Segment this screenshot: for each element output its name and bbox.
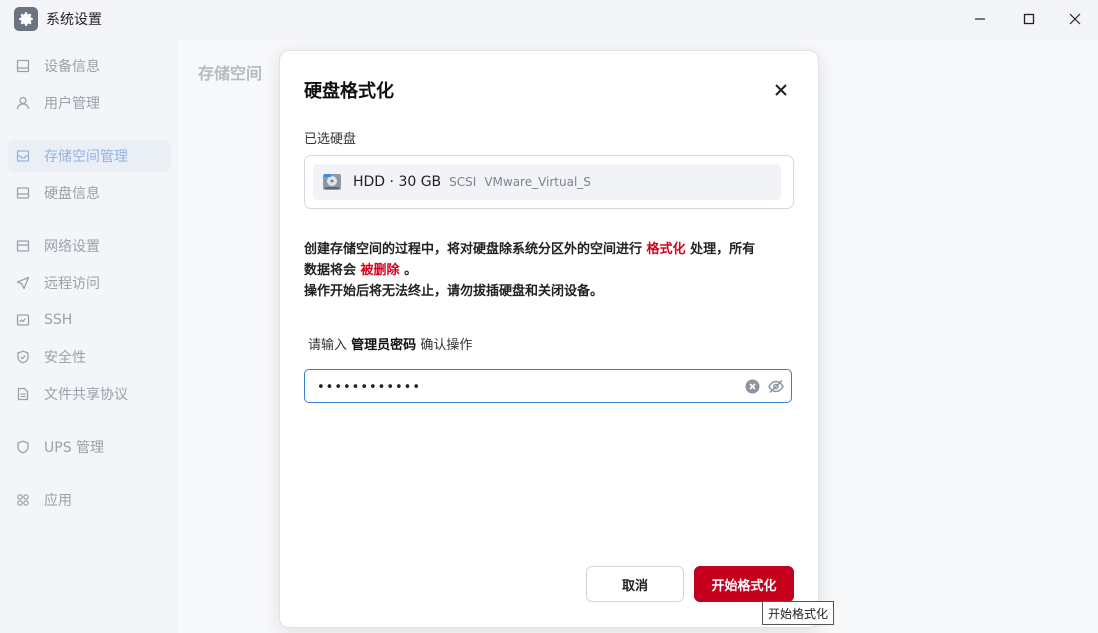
sidebar-item-label: 远程访问: [44, 276, 100, 292]
warning-text: 创建存储空间的过程中，将对硬盘除系统分区外的空间进行: [304, 242, 643, 257]
warning-text: 处理，所有: [690, 242, 756, 257]
selected-disk-box: HDD · 30 GB SCSI VMware_Virtual_S: [304, 155, 794, 209]
sidebar-item-label: SSH: [44, 312, 73, 328]
start-format-button[interactable]: 开始格式化: [694, 566, 794, 602]
sidebar-item-label: 用户管理: [44, 96, 100, 112]
start-format-tooltip: 开始格式化: [762, 601, 835, 625]
password-prompt: 请输入 管理员密码 确认操作: [308, 334, 472, 353]
warning-text: 数据将会: [304, 263, 357, 278]
prompt-bold-text: 管理员密码: [351, 338, 417, 353]
format-warning-text: 创建存储空间的过程中，将对硬盘除系统分区外的空间进行 格式化 处理，所有 数据将…: [304, 239, 800, 302]
send-icon: [15, 275, 31, 291]
sidebar-item-user-management[interactable]: 用户管理: [8, 87, 170, 119]
sidebar-item-network[interactable]: 网络设置: [8, 230, 170, 262]
title-bar: 系统设置: [0, 0, 1098, 38]
hide-password-icon[interactable]: [768, 379, 784, 394]
sidebar-item-ups[interactable]: UPS 管理: [8, 431, 170, 463]
sidebar-item-label: 存储空间管理: [44, 149, 128, 165]
close-icon[interactable]: [770, 79, 792, 101]
close-window-button[interactable]: [1061, 6, 1089, 32]
warning-highlight-format: 格式化: [646, 242, 686, 257]
password-field: [304, 369, 792, 403]
window-title: 系统设置: [46, 12, 102, 28]
sidebar-item-storage-management[interactable]: 存储空间管理: [8, 140, 170, 172]
user-icon: [15, 95, 31, 111]
sidebar-item-disk-info[interactable]: 硬盘信息: [8, 177, 170, 209]
page-title: 存储空间: [198, 64, 263, 83]
network-icon: [15, 238, 31, 254]
warning-text: 。: [404, 263, 418, 278]
sidebar-item-label: 设备信息: [44, 59, 100, 75]
selected-disk-label: 已选硬盘: [304, 132, 357, 147]
clear-icon[interactable]: [745, 379, 760, 394]
prompt-text: 请输入: [308, 338, 348, 353]
disk-name: HDD · 30 GB: [353, 174, 442, 190]
sidebar-item-label: 硬盘信息: [44, 186, 100, 202]
password-input[interactable]: [315, 376, 739, 398]
sidebar-item-security[interactable]: 安全性: [8, 341, 170, 373]
sidebar-item-remote-access[interactable]: 远程访问: [8, 267, 170, 299]
sidebar-item-label: UPS 管理: [44, 440, 105, 456]
sidebar-item-ssh[interactable]: SSH: [8, 304, 170, 336]
disk-icon: [15, 185, 31, 201]
terminal-icon: [15, 312, 31, 328]
maximize-button[interactable]: [1015, 6, 1043, 32]
disk-bus: SCSI: [449, 175, 477, 189]
apps-icon: [15, 492, 31, 508]
sidebar-item-apps[interactable]: 应用: [8, 484, 170, 516]
storage-icon: [15, 148, 31, 164]
dialog-title: 硬盘格式化: [304, 81, 394, 102]
ups-icon: [15, 439, 31, 455]
cancel-button[interactable]: 取消: [586, 566, 684, 602]
sidebar-item-label: 应用: [44, 493, 72, 509]
hdd-icon: [323, 174, 341, 190]
sidebar-item-label: 文件共享协议: [44, 387, 128, 403]
disk-model: VMware_Virtual_S: [484, 175, 591, 189]
sidebar-item-label: 网络设置: [44, 239, 100, 255]
settings-gear-icon: [14, 7, 38, 31]
sidebar: 设备信息 用户管理 存储空间管理 硬盘信息 网络设置 远程访问 SSH 安全性 …: [0, 40, 178, 633]
sidebar-item-label: 安全性: [44, 350, 86, 366]
warning-highlight-delete: 被删除: [360, 263, 400, 278]
minimize-button[interactable]: [966, 6, 994, 32]
prompt-text: 确认操作: [420, 338, 473, 353]
file-icon: [15, 386, 31, 402]
disk-item: HDD · 30 GB SCSI VMware_Virtual_S: [313, 164, 781, 200]
sidebar-item-device-info[interactable]: 设备信息: [8, 50, 170, 82]
device-icon: [15, 58, 31, 74]
warning-text: 操作开始后将无法终止，请勿拔插硬盘和关闭设备。: [304, 284, 604, 299]
format-disk-dialog: 硬盘格式化 已选硬盘 HDD · 30 GB SCSI VMware_Virtu…: [279, 50, 819, 628]
sidebar-item-file-sharing[interactable]: 文件共享协议: [8, 378, 170, 410]
shield-icon: [15, 349, 31, 365]
